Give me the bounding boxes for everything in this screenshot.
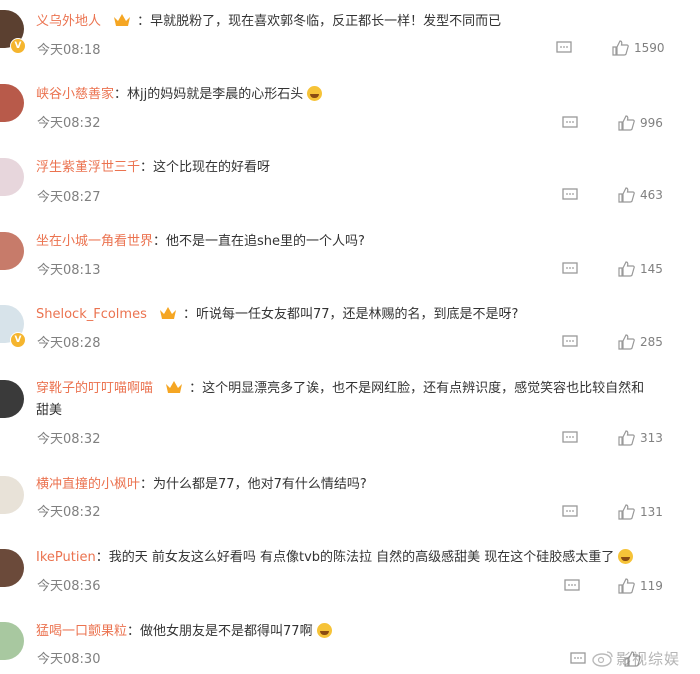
like-count: 996 bbox=[640, 116, 663, 130]
comment-time: 今天08:30 bbox=[37, 652, 101, 667]
avatar[interactable] bbox=[0, 158, 24, 196]
comment-time: 今天08:32 bbox=[37, 432, 101, 447]
comment-text: 这个比现在的好看呀 bbox=[153, 160, 271, 175]
like-icon[interactable] bbox=[618, 187, 635, 203]
comment-text: 听说每一任女友都叫77，还是林赐的名，到底是不是呀? bbox=[196, 307, 519, 322]
like-icon[interactable] bbox=[618, 578, 635, 594]
crown-icon bbox=[166, 381, 183, 393]
laugh-emoji-icon bbox=[316, 623, 332, 638]
comment-time: 今天08:27 bbox=[37, 190, 101, 205]
reply-icon[interactable] bbox=[562, 116, 578, 130]
like-count: 285 bbox=[640, 335, 663, 349]
comment-text: 为什么都是77，他对7有什么情结吗? bbox=[153, 477, 367, 492]
verified-badge-icon: V bbox=[10, 332, 26, 348]
like-count: 119 bbox=[640, 579, 663, 593]
avatar[interactable] bbox=[0, 232, 24, 270]
reply-icon[interactable] bbox=[556, 41, 572, 55]
like-count: 1590 bbox=[634, 41, 665, 55]
comment-time: 今天08:32 bbox=[37, 116, 101, 131]
comment-time: 今天08:32 bbox=[37, 505, 101, 520]
comment-text: 他不是一直在追she里的一个人吗? bbox=[166, 234, 365, 249]
like-count: 463 bbox=[640, 188, 663, 202]
avatar[interactable] bbox=[0, 476, 24, 514]
verified-badge-icon: V bbox=[10, 38, 26, 54]
watermark: 影视综娱 bbox=[592, 646, 700, 670]
like-count: 131 bbox=[640, 505, 663, 519]
username[interactable]: 义乌外地人 bbox=[36, 14, 101, 29]
username[interactable]: 峡谷小慈善家 bbox=[36, 87, 114, 102]
username[interactable]: IkePutien bbox=[36, 550, 96, 565]
avatar[interactable] bbox=[0, 549, 24, 587]
weibo-logo-icon bbox=[592, 651, 613, 667]
comment-text: 做他女朋友是不是都得叫77啊 bbox=[140, 624, 313, 639]
avatar[interactable] bbox=[0, 622, 24, 660]
comment-text: 早就脱粉了，现在喜欢郭冬临，反正都长一样！发型不同而已 bbox=[150, 14, 502, 29]
laugh-emoji-icon bbox=[307, 86, 323, 101]
username[interactable]: Shelock_Fcolmes bbox=[36, 307, 147, 322]
like-icon[interactable] bbox=[618, 504, 635, 520]
comment-time: 今天08:18 bbox=[37, 43, 101, 58]
username[interactable]: 浮生紫堇浮世三千 bbox=[36, 160, 140, 175]
like-count: 145 bbox=[640, 262, 663, 276]
like-icon[interactable] bbox=[618, 261, 635, 277]
reply-icon[interactable] bbox=[562, 188, 578, 202]
like-count: 313 bbox=[640, 431, 663, 445]
like-icon[interactable] bbox=[612, 40, 629, 56]
reply-icon[interactable] bbox=[562, 505, 578, 519]
reply-icon[interactable] bbox=[562, 431, 578, 445]
reply-icon[interactable] bbox=[570, 652, 586, 666]
comment-text: 林jj的妈妈就是李晨的心形石头 bbox=[127, 87, 304, 102]
comment-time: 今天08:13 bbox=[37, 263, 101, 278]
username[interactable]: 穿靴子的叮叮喵啊喵 bbox=[36, 381, 153, 396]
username[interactable]: 坐在小城一角看世界 bbox=[36, 234, 153, 249]
reply-icon[interactable] bbox=[562, 262, 578, 276]
comment-time: 今天08:28 bbox=[37, 336, 101, 351]
laugh-emoji-icon bbox=[618, 549, 634, 564]
crown-icon bbox=[114, 14, 131, 26]
comment-text-continued: 甜美 bbox=[36, 403, 63, 418]
like-icon[interactable] bbox=[618, 430, 635, 446]
like-icon[interactable] bbox=[618, 334, 635, 350]
comment-text: 这个明显漂亮多了诶，也不是网红脸，还有点辨识度，感觉笑容也比较自然和 bbox=[202, 381, 645, 396]
avatar[interactable] bbox=[0, 380, 24, 418]
comment-text: 我的天 前女友这么好看吗 有点像tvb的陈法拉 自然的高级感甜美 现在这个硅胶感… bbox=[108, 550, 615, 565]
reply-icon[interactable] bbox=[564, 579, 580, 593]
username[interactable]: 猛喝一口颤果粒 bbox=[36, 624, 127, 639]
watermark-text: 影视综娱 bbox=[616, 650, 681, 668]
crown-icon bbox=[160, 307, 176, 319]
comment-time: 今天08:36 bbox=[37, 579, 101, 594]
reply-icon[interactable] bbox=[562, 335, 578, 349]
like-icon[interactable] bbox=[618, 115, 635, 131]
avatar[interactable] bbox=[0, 84, 24, 122]
username[interactable]: 横冲直撞的小枫叶 bbox=[36, 477, 140, 492]
